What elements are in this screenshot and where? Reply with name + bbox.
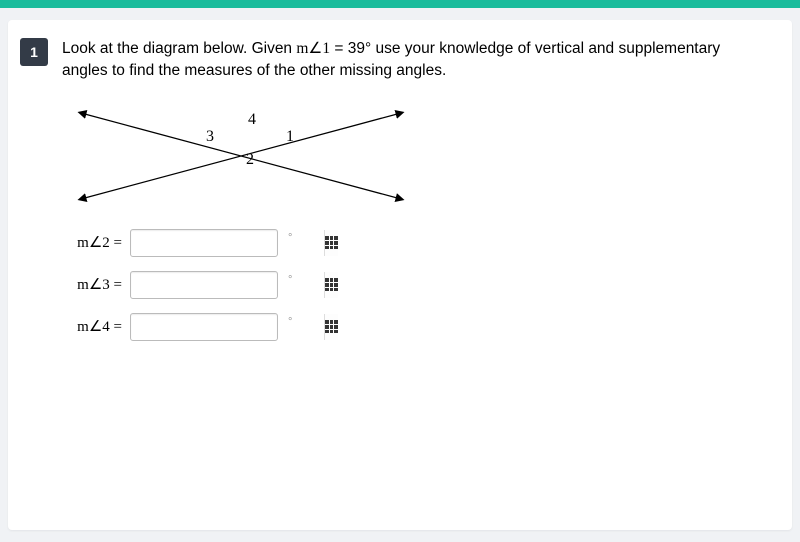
keypad-button-2[interactable] xyxy=(324,230,338,256)
answer-label-2: m∠2 = xyxy=(66,233,122,252)
answer-input-4[interactable] xyxy=(131,314,324,340)
diagram-svg xyxy=(66,101,416,211)
answers-block: m∠2 = ° m∠3 = xyxy=(66,229,768,341)
angle-label-1: 1 xyxy=(286,128,294,146)
answer-label-4: m∠4 = xyxy=(66,317,122,336)
keypad-icon xyxy=(325,236,338,249)
answer-box-4 xyxy=(130,313,278,341)
top-accent-bar xyxy=(0,0,800,8)
angles-diagram: 4 3 1 2 xyxy=(66,101,416,211)
angle-label-2: 2 xyxy=(246,151,254,169)
answer-label-3: m∠3 = xyxy=(66,275,122,294)
given-variable: m∠1 xyxy=(296,40,330,57)
answer-row-2: m∠2 = ° xyxy=(66,229,768,257)
answer-box-2 xyxy=(130,229,278,257)
question-card: 1 Look at the diagram below. Given m∠1 =… xyxy=(8,20,792,530)
answer-row-4: m∠4 = ° xyxy=(66,313,768,341)
keypad-button-4[interactable] xyxy=(324,314,338,340)
question-text: Look at the diagram below. Given m∠1 = 3… xyxy=(62,38,768,83)
keypad-button-3[interactable] xyxy=(324,272,338,298)
question-number-badge: 1 xyxy=(20,38,48,66)
answer-box-3 xyxy=(130,271,278,299)
answer-row-3: m∠3 = ° xyxy=(66,271,768,299)
equals-sign: = xyxy=(330,40,348,57)
answer-input-2[interactable] xyxy=(131,230,324,256)
keypad-icon xyxy=(325,278,338,291)
question-header: 1 Look at the diagram below. Given m∠1 =… xyxy=(20,38,768,83)
unit-degree-4: ° xyxy=(288,316,292,328)
given-value: 39° xyxy=(348,40,371,57)
answer-input-3[interactable] xyxy=(131,272,324,298)
question-text-pre: Look at the diagram below. Given xyxy=(62,40,296,57)
angle-label-4: 4 xyxy=(248,111,256,129)
unit-degree-2: ° xyxy=(288,232,292,244)
unit-degree-3: ° xyxy=(288,274,292,286)
angle-label-3: 3 xyxy=(206,128,214,146)
diagram-container: 4 3 1 2 xyxy=(66,101,768,211)
keypad-icon xyxy=(325,320,338,333)
